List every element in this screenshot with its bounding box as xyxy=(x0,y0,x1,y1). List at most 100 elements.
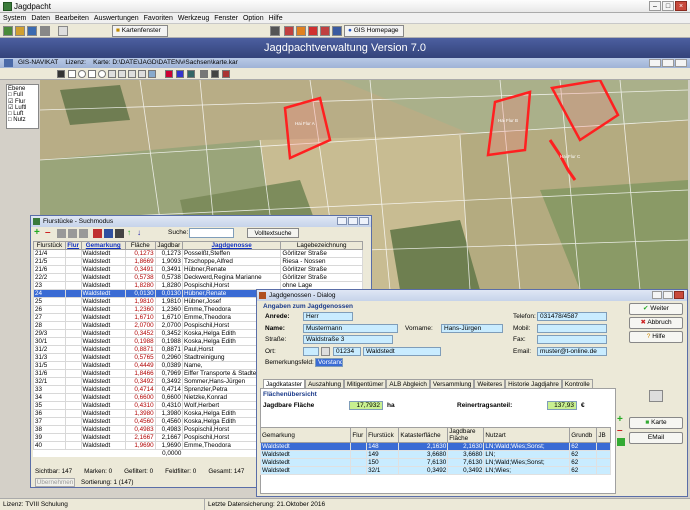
email-button[interactable]: EMail xyxy=(629,432,683,444)
col-flaeche[interactable]: Fläche xyxy=(125,241,156,250)
stop-icon[interactable] xyxy=(308,26,318,36)
fax-field[interactable] xyxy=(537,335,607,344)
table-icon[interactable] xyxy=(187,70,195,78)
maximize-button[interactable] xyxy=(663,291,673,299)
table-row[interactable]: 21/6 Waldstedt 0,3491 0,3491 Hübner,Renate Gö… xyxy=(33,265,363,274)
col-grundb[interactable]: Grundb xyxy=(569,427,598,443)
mobil-field[interactable] xyxy=(537,324,607,333)
col-flur[interactable]: Flur xyxy=(64,241,82,250)
gis-homepage-button[interactable]: ● GIS Homepage xyxy=(344,25,404,37)
grid-view-icon[interactable] xyxy=(104,229,113,238)
maximize-button[interactable]: □ xyxy=(662,1,674,11)
close-button[interactable] xyxy=(359,217,369,225)
plz-field[interactable]: 01234 xyxy=(333,347,361,356)
volltextsuche-button[interactable]: Volltextsuche xyxy=(247,228,299,238)
crosshair-icon[interactable] xyxy=(138,70,146,78)
zoom-rect-icon[interactable] xyxy=(88,70,96,78)
table-row[interactable]: Waldstedt 32/1 0,3492 0,3492 LN;Wies; 62 xyxy=(259,466,611,475)
filter2-icon[interactable] xyxy=(68,229,77,238)
remove-icon[interactable]: – xyxy=(45,228,54,238)
anrede-field[interactable]: Herr xyxy=(303,312,353,321)
uebernehmen-button[interactable]: Übernehmen xyxy=(35,478,75,487)
menu-item[interactable]: Auswertungen xyxy=(94,13,139,23)
col-flurstueck[interactable]: Flurstück xyxy=(366,427,400,443)
col-flurstueck[interactable]: Flurstück xyxy=(33,241,66,250)
zoom-icon[interactable] xyxy=(78,70,86,78)
add-icon[interactable]: + xyxy=(34,228,43,238)
gis-minimize-button[interactable] xyxy=(649,59,661,67)
minimize-button[interactable] xyxy=(337,217,347,225)
close-button[interactable] xyxy=(674,291,684,299)
col-lagebezeichnung[interactable]: Lagebezeichnung xyxy=(280,241,363,250)
pointer-icon[interactable] xyxy=(68,70,76,78)
col-jb[interactable]: JB xyxy=(596,427,611,443)
gis-maximize-button[interactable] xyxy=(662,59,674,67)
menu-item[interactable]: Option xyxy=(243,13,264,23)
print-icon[interactable] xyxy=(270,26,280,36)
zoom-out-icon[interactable] xyxy=(98,70,106,78)
gis-close-button[interactable] xyxy=(675,59,687,67)
menu-item[interactable]: Hilfe xyxy=(269,13,283,23)
sort-down-icon[interactable]: ↓ xyxy=(137,229,146,238)
layer-item[interactable]: □ Nutz xyxy=(8,117,37,123)
table-row[interactable]: 21/4 Waldstedt 0,1273 0,1273 Posselßt,Steffe… xyxy=(33,249,363,258)
weiter-button[interactable]: ✔ Weiter xyxy=(629,303,683,315)
ort-field[interactable]: Waldstedt xyxy=(363,347,441,356)
menu-item[interactable]: Werkzeug xyxy=(178,13,209,23)
select-icon[interactable] xyxy=(115,229,124,238)
delete-icon[interactable] xyxy=(128,70,136,78)
kartenfenster-button[interactable]: ■ Kartenfenster xyxy=(112,25,168,37)
calendar-icon[interactable] xyxy=(321,347,330,356)
col-gemarkung[interactable]: Gemarkung xyxy=(259,427,352,443)
calculator-icon[interactable] xyxy=(58,26,68,36)
print-map-icon[interactable] xyxy=(211,70,219,78)
col-jagdbare-flaeche[interactable]: Jagdbare Fläche xyxy=(447,427,485,443)
filter3-icon[interactable] xyxy=(79,229,88,238)
minimize-button[interactable]: – xyxy=(649,1,661,11)
list-icon[interactable] xyxy=(176,70,184,78)
table-row[interactable]: Waldstedt 150 7,6130 7,6130 LN;Wald;Wies;Son… xyxy=(259,458,611,467)
layer-icon[interactable] xyxy=(148,70,156,78)
map-icon[interactable] xyxy=(27,26,37,36)
minimize-button[interactable] xyxy=(652,291,662,299)
remove-row-icon[interactable]: – xyxy=(617,426,625,436)
table-row[interactable]: 21/5 Waldstedt 1,8669 1,9093 Tzschoppe,Alfre… xyxy=(33,257,363,266)
map-row-icon[interactable] xyxy=(617,438,625,446)
columns-icon[interactable] xyxy=(93,229,102,238)
table-row[interactable]: 22/2 Waldstedt 0,5738 0,5738 Deckwerd,Regina… xyxy=(33,273,363,282)
bemerkung-field[interactable]: Vorstand xyxy=(315,358,343,367)
table-row[interactable]: Waldstedt 149 3,6680 3,6680 LN; 62 xyxy=(259,450,611,459)
col-katasterflaeche[interactable]: Katasterfläche xyxy=(398,427,449,443)
col-jagdgenosse[interactable]: Jagdgenosse xyxy=(181,241,282,250)
email-field[interactable]: muster@t-online.de xyxy=(537,347,607,356)
telefon-field[interactable]: 031478/4587 xyxy=(537,312,607,321)
settings-icon[interactable] xyxy=(40,26,50,36)
col-gemarkung[interactable]: Gemarkung xyxy=(80,241,127,250)
menu-item[interactable]: Daten xyxy=(31,13,50,23)
add-row-icon[interactable]: + xyxy=(617,415,625,425)
grid-icon[interactable] xyxy=(332,26,342,36)
strasse-field[interactable]: Waldstraße 3 xyxy=(303,335,393,344)
col-jagdbar[interactable]: Jagdbar xyxy=(154,241,183,250)
refresh-icon[interactable] xyxy=(108,70,116,78)
karte-button[interactable]: ■ Karte xyxy=(629,417,683,429)
name-field[interactable]: Mustermann xyxy=(303,324,398,333)
warning-icon[interactable] xyxy=(296,26,306,36)
close-button[interactable]: × xyxy=(675,1,687,11)
export-icon[interactable] xyxy=(222,70,230,78)
flag-icon[interactable] xyxy=(320,26,330,36)
menu-item[interactable]: Fenster xyxy=(214,13,238,23)
col-flur[interactable]: Flur xyxy=(350,427,368,443)
printer-icon[interactable] xyxy=(649,390,663,402)
hilfe-button[interactable]: ? Hilfe xyxy=(629,331,683,343)
lines-icon[interactable] xyxy=(165,70,173,78)
cut-icon[interactable] xyxy=(118,70,126,78)
vorname-field[interactable]: Hans-Jürgen xyxy=(441,324,503,333)
buildings-icon[interactable] xyxy=(200,70,208,78)
save-icon[interactable] xyxy=(57,70,65,78)
search-input[interactable] xyxy=(189,228,234,238)
folder-icon[interactable] xyxy=(15,26,25,36)
alert-icon[interactable] xyxy=(284,26,294,36)
users-icon[interactable] xyxy=(3,26,13,36)
col-nutzart[interactable]: Nutzart xyxy=(483,427,571,443)
